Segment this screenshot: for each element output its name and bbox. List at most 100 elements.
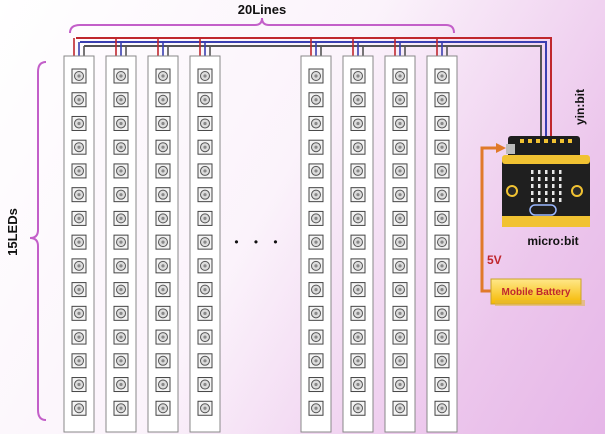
breakout-label: yin:bit <box>573 89 587 125</box>
led-icon <box>434 282 450 298</box>
led-icon <box>197 163 213 179</box>
led-strip <box>426 55 458 433</box>
led-icon <box>113 258 129 274</box>
led-strip <box>342 55 374 433</box>
led-icon <box>113 377 129 393</box>
matrix-led <box>552 177 555 181</box>
led-icon <box>71 329 87 345</box>
led-icon <box>350 92 366 108</box>
led-icon <box>350 282 366 298</box>
matrix-led <box>559 184 562 188</box>
matrix-led <box>538 198 541 202</box>
led-icon <box>71 210 87 226</box>
led-icon <box>350 258 366 274</box>
led-icon <box>434 115 450 131</box>
led-icon <box>434 92 450 108</box>
led-icon <box>392 329 408 345</box>
led-icon <box>308 234 324 250</box>
matrix-led <box>545 184 548 188</box>
led-icon <box>71 258 87 274</box>
led-icon <box>155 400 171 416</box>
led-icon <box>434 353 450 369</box>
leds-brace <box>29 61 47 421</box>
led-icon <box>434 400 450 416</box>
matrix-led <box>545 170 548 174</box>
led-icon <box>71 400 87 416</box>
led-icon <box>392 234 408 250</box>
led-icon <box>392 305 408 321</box>
matrix-led <box>531 177 534 181</box>
led-icon <box>71 377 87 393</box>
led-icon <box>434 187 450 203</box>
led-strip <box>384 55 416 433</box>
led-icon <box>392 163 408 179</box>
matrix-led <box>552 170 555 174</box>
led-icon <box>155 329 171 345</box>
led-icon <box>197 353 213 369</box>
led-icon <box>308 68 324 84</box>
arrow-icon <box>496 143 506 153</box>
matrix-led <box>538 177 541 181</box>
led-icon <box>113 139 129 155</box>
led-icon <box>197 234 213 250</box>
led-icon <box>350 68 366 84</box>
led-icon <box>71 163 87 179</box>
matrix-led <box>531 191 534 195</box>
led-icon <box>197 258 213 274</box>
led-icon <box>434 68 450 84</box>
led-icon <box>113 187 129 203</box>
led-icon <box>155 163 171 179</box>
led-icon <box>71 139 87 155</box>
led-icon <box>71 353 87 369</box>
matrix-led <box>552 198 555 202</box>
matrix-led <box>531 184 534 188</box>
led-icon <box>392 282 408 298</box>
led-icon <box>197 115 213 131</box>
led-icon <box>113 92 129 108</box>
led-strip <box>105 55 137 433</box>
led-icon <box>308 163 324 179</box>
led-icon <box>392 210 408 226</box>
led-icon <box>71 305 87 321</box>
led-icon <box>350 400 366 416</box>
microbit-board <box>502 155 590 227</box>
led-icon <box>434 163 450 179</box>
led-strip <box>63 55 95 433</box>
led-icon <box>392 92 408 108</box>
led-icon <box>197 210 213 226</box>
led-icon <box>155 210 171 226</box>
led-icon <box>197 329 213 345</box>
matrix-led <box>545 177 548 181</box>
led-icon <box>350 187 366 203</box>
led-icon <box>197 68 213 84</box>
matrix-led <box>552 184 555 188</box>
led-icon <box>113 282 129 298</box>
led-icon <box>350 163 366 179</box>
led-icon <box>113 305 129 321</box>
matrix-led <box>559 177 562 181</box>
mobile-battery: Mobile Battery <box>490 278 585 306</box>
wiring-diagram: 20Lines 15LEDs • • • yin:bit micro:bit 5… <box>5 2 590 433</box>
led-icon <box>434 210 450 226</box>
power-wire <box>480 146 498 293</box>
led-icon <box>434 234 450 250</box>
led-icon <box>392 68 408 84</box>
led-icon <box>155 353 171 369</box>
led-icon <box>392 115 408 131</box>
led-icon <box>308 210 324 226</box>
leds-label: 15LEDs <box>5 208 20 256</box>
matrix-led <box>538 170 541 174</box>
led-icon <box>308 282 324 298</box>
matrix-led <box>538 184 541 188</box>
led-strip <box>189 55 221 433</box>
button-a-icon <box>506 185 518 197</box>
led-icon <box>113 163 129 179</box>
led-strip <box>300 55 332 433</box>
led-icon <box>197 92 213 108</box>
led-icon <box>71 92 87 108</box>
edge-connector <box>502 216 590 227</box>
led-icon <box>197 282 213 298</box>
led-icon <box>155 139 171 155</box>
led-icon <box>113 234 129 250</box>
led-icon <box>71 187 87 203</box>
